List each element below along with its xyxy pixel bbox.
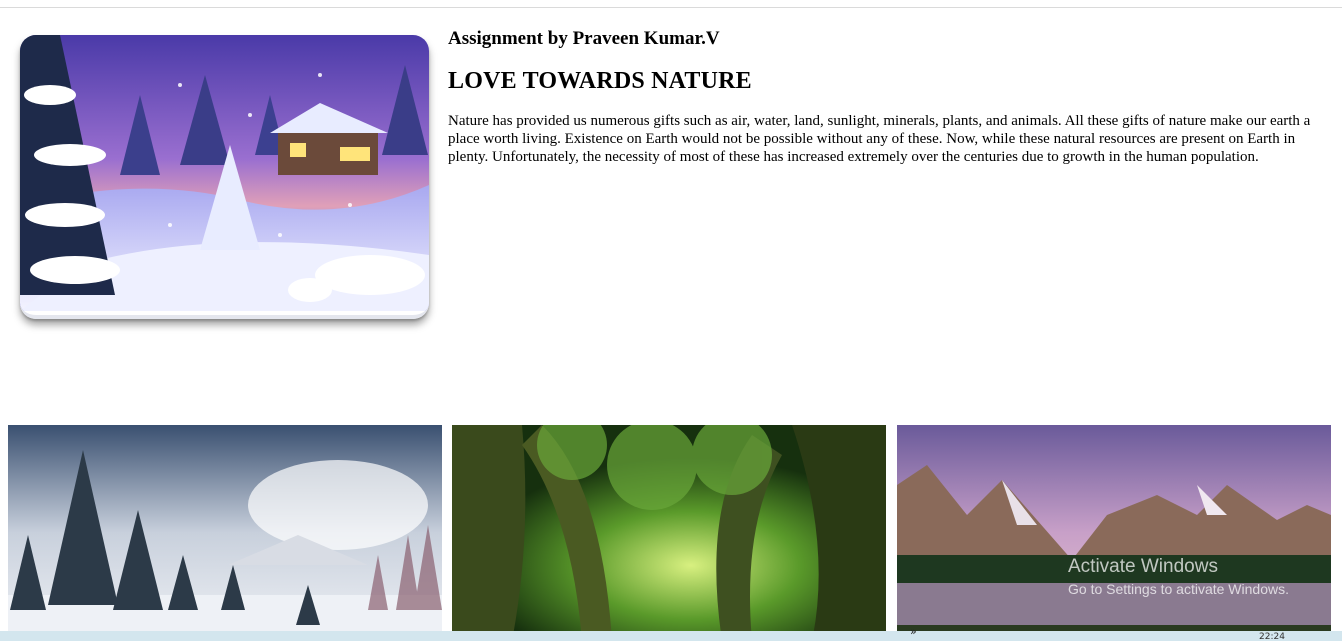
taskbar: » 22:24	[0, 625, 1342, 642]
taskbar-clock[interactable]: 22:24	[1259, 633, 1285, 642]
green-forest-tunnel-image	[452, 425, 886, 641]
activate-windows-watermark: Activate Windows Go to Settings to activ…	[1068, 556, 1289, 598]
intro-paragraph: Nature has provided us numerous gifts su…	[448, 113, 1311, 165]
text-column: Assignment by Praveen Kumar.V LOVE TOWAR…	[448, 28, 1328, 166]
top-divider	[0, 7, 1342, 8]
watermark-subtitle: Go to Settings to activate Windows.	[1068, 581, 1289, 597]
page-title: LOVE TOWARDS NATURE	[448, 68, 752, 94]
author-heading: Assignment by Praveen Kumar.V	[448, 28, 720, 49]
taskbar-overflow-chevron-icon[interactable]: »	[910, 625, 917, 638]
watermark-title: Activate Windows	[1068, 556, 1218, 577]
hero-winter-cabin-image	[20, 35, 429, 319]
mountain-lake-image	[897, 425, 1331, 641]
snowy-pine-forest-image	[8, 425, 442, 641]
